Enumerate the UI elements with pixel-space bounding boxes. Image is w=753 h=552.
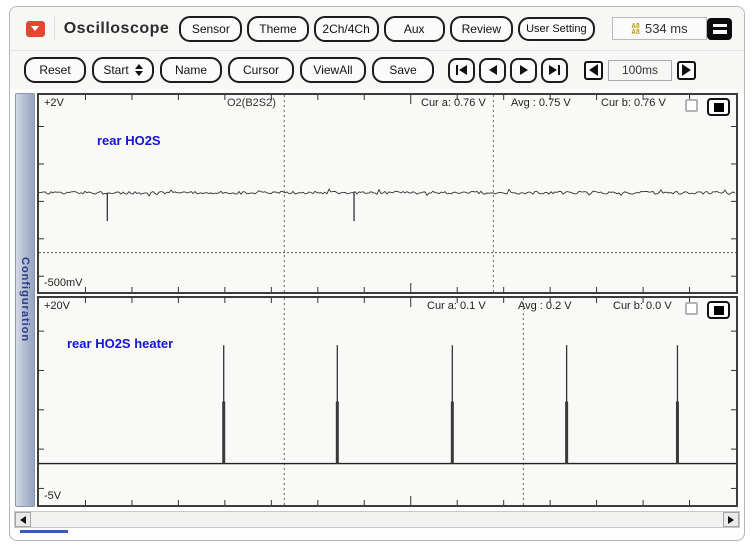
channel1-signal-title: O2(B2S2) [227,97,276,109]
channel1-range-bottom-label: -500mV [44,277,83,289]
chann2-avg-readout: Avg : 0.2 V [518,300,572,312]
charts-column: +2V O2(B2S2) Cur a: 0.76 V Avg : 0.75 V … [37,93,738,507]
scrollbar-track[interactable] [31,512,723,527]
start-spinner-icon[interactable] [135,64,143,76]
scroll-right-icon [728,516,734,524]
scroll-position-indicator [20,530,68,533]
skip-to-start-button[interactable] [448,58,475,83]
skip-end-icon [549,65,557,75]
channel-mode-button[interactable]: 2Ch/4Ch [314,16,379,42]
scroll-right-button[interactable] [723,512,739,527]
back-icon [489,65,497,75]
horizontal-scrollbar[interactable] [14,511,740,528]
oscilloscope-window: Oscilloscope Sensor Theme 2Ch/4Ch Aux Re… [9,6,745,541]
start-button[interactable]: Start [92,57,154,83]
channel1-cursor-b-readout: Cur b: 0.76 V [601,97,666,109]
channel2-range-bottom-label: -5V [44,490,61,502]
scroll-left-icon [20,516,26,524]
reset-button[interactable]: Reset [24,57,86,83]
top-toolbar: Oscilloscope Sensor Theme 2Ch/4Ch Aux Re… [10,7,744,50]
channel1-display-toggle[interactable] [707,98,730,116]
left-arrow-icon [589,64,598,76]
channel2-checkbox[interactable] [685,302,698,315]
channel2-cursor-b-readout: Cur b: 0.0 V [613,300,672,312]
channel1-scope-panel[interactable]: +2V O2(B2S2) Cur a: 0.76 V Avg : 0.75 V … [37,93,738,294]
review-button[interactable]: Review [450,16,513,42]
channel2-name-label: rear HO2S heater [67,336,173,351]
right-arrow-icon [682,64,691,76]
app-menu-icon[interactable] [26,21,45,37]
channel1-checkbox[interactable] [685,99,698,112]
title-separator [54,17,55,41]
viewall-button[interactable]: ViewAll [300,57,366,83]
channel1-cursor-a-readout: Cur a: 0.76 V [421,97,486,109]
step-forward-button[interactable] [510,58,537,83]
channel2-range-top-label: +20V [44,300,70,312]
configuration-panel-tab[interactable]: Configuration [15,93,35,507]
elapsed-time-box: A8A8 534 ms [612,17,708,40]
control-toolbar: Reset Start Name Cursor ViewAll Save [10,50,744,89]
skip-start-icon [459,65,467,75]
skip-to-end-button[interactable] [541,58,568,83]
channel2-cursor-a-readout: Cur a: 0.1 V [427,300,486,312]
name-button[interactable]: Name [160,57,222,83]
timebase-controls: 100ms [584,60,696,81]
timer-icon: A8A8 [632,23,640,35]
forward-icon [520,65,528,75]
theme-button[interactable]: Theme [247,16,308,42]
step-back-button[interactable] [479,58,506,83]
save-button[interactable]: Save [372,57,434,83]
channel2-scope-panel[interactable]: +20V Cur a: 0.1 V Avg : 0.2 V Cur b: 0.0… [37,296,738,507]
elapsed-time-value: 534 ms [645,21,688,36]
user-setting-button[interactable]: User Setting [518,17,595,41]
timebase-increase-button[interactable] [677,61,696,80]
cursor-button[interactable]: Cursor [228,57,294,83]
sensor-button[interactable]: Sensor [179,16,242,42]
app-title: Oscilloscope [64,20,170,38]
window-menu-icon[interactable] [707,18,732,40]
channel2-display-toggle[interactable] [707,301,730,319]
channel1-avg-readout: Avg : 0.75 V [511,97,571,109]
channel1-range-top-label: +2V [44,97,64,109]
caret-down-icon [31,26,39,31]
timebase-value: 100ms [608,60,672,81]
channel2-waveform-canvas[interactable] [39,298,736,505]
aux-button[interactable]: Aux [384,16,445,42]
configuration-tab-label: Configuration [19,257,31,342]
playback-controls [448,58,568,83]
timebase-decrease-button[interactable] [584,61,603,80]
channel1-waveform-canvas[interactable] [39,95,736,292]
channel1-name-label: rear HO2S [97,133,161,148]
scroll-left-button[interactable] [15,512,31,527]
main-area: Configuration +2V O2(B2S2) Cur a: 0.76 V… [10,89,744,507]
